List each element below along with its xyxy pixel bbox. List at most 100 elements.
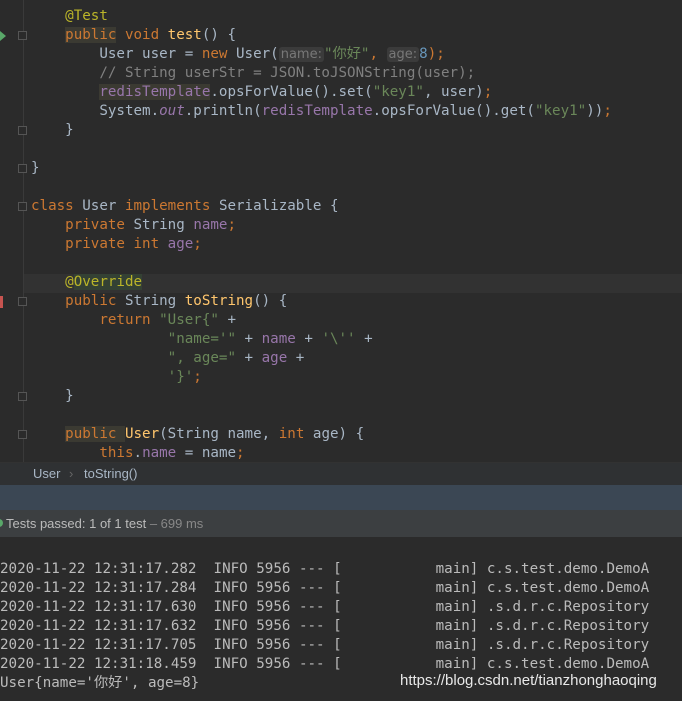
code-token: "key1" [372, 84, 424, 100]
code-token: () { [253, 293, 288, 309]
fold-icon[interactable] [18, 430, 27, 439]
code-token: name [261, 331, 296, 347]
code-token: public [65, 293, 125, 309]
code-line: '}'; [31, 368, 202, 387]
code-token: User user = [31, 46, 202, 62]
code-token: Serializable { [218, 198, 339, 214]
code-line: class User implements Serializable { [31, 197, 339, 216]
code-token: test [167, 27, 202, 43]
code-line: this.name = name; [31, 444, 245, 462]
code-token: .opsForValue().get( [372, 103, 535, 119]
code-token: User [82, 198, 125, 214]
code-token: + [287, 350, 305, 366]
log-line: 2020-11-22 12:31:17.284 INFO 5956 --- [ … [0, 580, 650, 596]
code-token: } [31, 388, 74, 404]
code-token: this [99, 445, 134, 461]
code-token: ; [236, 445, 245, 461]
code-token: . [133, 445, 143, 461]
code-token: User [124, 426, 160, 442]
code-token: = name [176, 445, 237, 461]
code-token: (String name, [159, 426, 279, 442]
run-test-icon[interactable] [0, 31, 6, 41]
parameter-hint: name: [278, 47, 324, 62]
log-line: 2020-11-22 12:31:17.630 INFO 5956 --- [ … [0, 599, 650, 615]
fold-icon[interactable] [18, 126, 27, 135]
code-token: private int [65, 236, 168, 252]
code-line: public User(String name, int age) { [31, 425, 364, 444]
code-token: } [31, 160, 40, 176]
fold-icon[interactable] [18, 392, 27, 401]
code-token: 8 [419, 46, 428, 62]
code-editor[interactable]: @Test public void test () { User user = n… [0, 0, 682, 462]
log-line: 2020-11-22 12:31:17.632 INFO 5956 --- [ … [0, 618, 650, 634]
code-token: ); [427, 46, 445, 62]
code-token: age [167, 236, 194, 252]
code-token: ; [483, 84, 493, 100]
breadcrumb-separator: › [69, 466, 74, 481]
breadcrumb-method[interactable]: toString() [84, 463, 137, 485]
code-token: ", age=" [167, 350, 237, 366]
fold-icon[interactable] [18, 297, 27, 306]
status-duration: – 699 ms [146, 516, 204, 531]
code-token: public [65, 426, 125, 442]
code-token: age) { [312, 426, 365, 442]
code-token: void [116, 27, 168, 43]
override-marker-icon[interactable] [0, 296, 3, 308]
code-line: "name='" + name + '\'' + [31, 330, 373, 349]
code-token: age [261, 350, 288, 366]
code-token: .println( [184, 103, 262, 119]
breadcrumb: User › toString() [0, 462, 682, 485]
code-line: ", age=" + age + [31, 349, 305, 368]
code-line: } [31, 159, 40, 178]
test-status-bar: Tests passed: 1 of 1 test – 699 ms [0, 510, 682, 537]
code-line: private String name; [31, 216, 236, 235]
code-token: redisTemplate [261, 103, 373, 119]
fold-icon[interactable] [18, 31, 27, 40]
code-token: "name='" [167, 331, 237, 347]
code-line: private int age; [31, 235, 202, 254]
code-token: + [236, 331, 262, 347]
code-token: String [133, 217, 194, 233]
code-token: public [65, 27, 117, 43]
code-line: User user = new User(name: "你好", age: 8); [31, 45, 445, 64]
code-token: return [99, 312, 160, 328]
log-line: 2020-11-22 12:31:17.705 INFO 5956 --- [ … [0, 637, 650, 653]
pass-icon [0, 519, 3, 527]
log-line: 2020-11-22 12:31:17.282 INFO 5956 --- [ … [0, 561, 650, 577]
code-token: "User{" [159, 312, 219, 328]
code-token: + [218, 312, 237, 328]
code-token: } [31, 122, 74, 138]
code-token: ; [603, 103, 612, 119]
code-token: + [295, 331, 322, 347]
breadcrumb-class[interactable]: User [33, 463, 60, 485]
code-line: System.out.println(redisTemplate.opsForV… [31, 102, 612, 121]
code-token: String [124, 293, 185, 309]
code-token: out [159, 103, 185, 119]
code-token: Override [73, 274, 143, 290]
code-token: int [278, 426, 313, 442]
code-token: , [369, 46, 387, 62]
fold-icon[interactable] [18, 164, 27, 173]
code-token: @ [65, 274, 74, 290]
code-token: private [65, 217, 134, 233]
code-line: @Override [31, 273, 143, 292]
code-token: , user) [423, 84, 484, 100]
code-line: @Test [31, 7, 108, 26]
code-token: ; [193, 236, 202, 252]
run-toolbar [0, 485, 682, 510]
fold-icon[interactable] [18, 202, 27, 211]
status-total: of 1 test [96, 516, 147, 531]
code-token: System. [31, 103, 160, 119]
program-output-line: User{name='你好', age=8} [0, 675, 200, 691]
